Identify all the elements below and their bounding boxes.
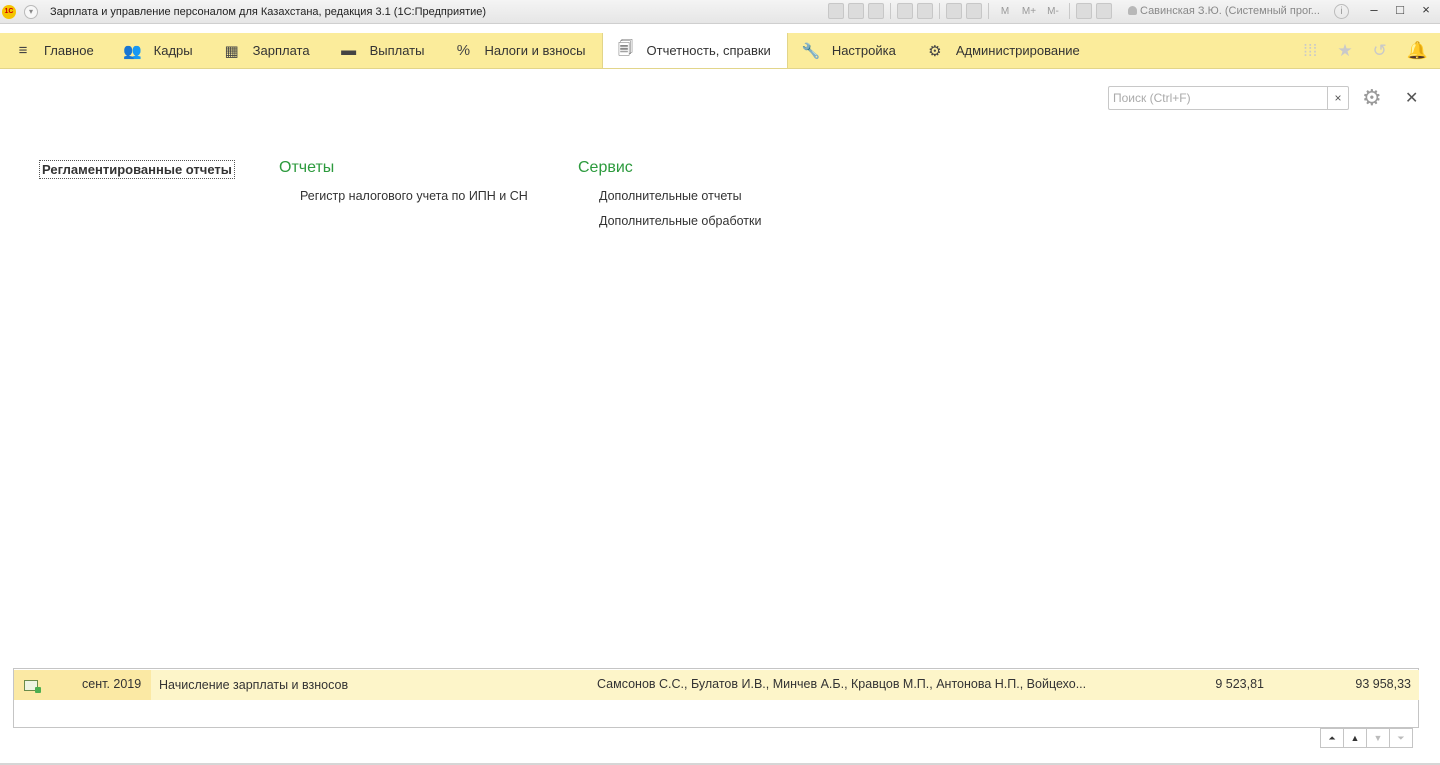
section-label: Отчетность, справки [646, 43, 771, 58]
tax-register-link[interactable]: Регистр налогового учета по ИПН и СН [300, 189, 528, 203]
close-window-button[interactable]: × [1420, 2, 1432, 17]
maximize-button[interactable]: □ [1394, 2, 1406, 17]
document-posted-icon [24, 679, 41, 693]
go-down-icon[interactable]: ▼ [1366, 728, 1390, 748]
info-icon[interactable]: i [1334, 4, 1349, 19]
left-column: Регламентированные отчеты [39, 160, 235, 179]
history-icon[interactable]: ↺ [1373, 41, 1387, 61]
section-label: Налоги и взносы [484, 43, 586, 58]
sections-tools: ⁞⁞⁞ ★ ↺ 🔔 [1303, 33, 1440, 68]
list-navigation: ⏶ ▲ ▼ ⏷ [1320, 728, 1413, 748]
section-glavnoe[interactable]: ≡ Главное [0, 33, 110, 68]
row-employees: Самсонов С.С., Булатов И.В., Минчев А.Б.… [597, 677, 1087, 691]
calculator-icon: ▦ [224, 42, 239, 60]
regulated-reports-link[interactable]: Регламентированные отчеты [39, 160, 235, 179]
section-label: Выплаты [369, 43, 425, 58]
calculator-icon[interactable] [946, 3, 962, 19]
memory-plus-button[interactable]: M+ [1019, 6, 1039, 17]
panel-settings-gear-icon[interactable]: ⚙ [1362, 85, 1382, 111]
table-row[interactable]: сент. 2019 Начисление зарплаты и взносов… [14, 670, 1419, 700]
history-panel: сент. 2019 Начисление зарплаты и взносов… [13, 668, 1419, 728]
save-icon[interactable] [828, 3, 844, 19]
zoom-icon[interactable] [1076, 3, 1092, 19]
window-icon[interactable] [1096, 3, 1112, 19]
upload-icon[interactable] [897, 3, 913, 19]
user-icon [1128, 6, 1137, 15]
additional-processing-link[interactable]: Дополнительные обработки [599, 214, 761, 228]
window-controls: ‒ □ × [1368, 2, 1432, 17]
search-box: × [1108, 86, 1350, 110]
app-title: Зарплата и управление персоналом для Каз… [50, 5, 487, 18]
wallet-icon: ▬ [341, 42, 357, 59]
notifications-bell-icon[interactable]: 🔔 [1407, 41, 1428, 61]
group-service: Сервис Дополнительные отчеты Дополнитель… [578, 159, 761, 239]
menu-icon: ≡ [18, 42, 28, 59]
section-zarplata[interactable]: ▦ Зарплата [209, 33, 326, 68]
group-title: Отчеты [279, 159, 335, 176]
wrench-icon: 🔧 [801, 42, 821, 60]
memory-minus-button[interactable]: M- [1043, 6, 1063, 17]
app-logo-icon: 1С [2, 4, 16, 19]
copy-icon[interactable] [917, 3, 933, 19]
additional-reports-link[interactable]: Дополнительные отчеты [599, 189, 761, 203]
current-user[interactable]: Савинская З.Ю. (Системный прог... [1128, 5, 1320, 17]
user-name-label: Савинская З.Ю. (Системный прог... [1140, 5, 1320, 17]
search-input[interactable] [1108, 86, 1327, 110]
go-up-icon[interactable]: ▲ [1343, 728, 1367, 748]
group-title: Сервис [578, 159, 633, 176]
section-otchetnost[interactable]: 🗐 Отчетность, справки [601, 33, 788, 68]
go-first-icon[interactable]: ⏶ [1320, 728, 1344, 748]
row-sum-2: 93 958,33 [1355, 677, 1411, 691]
section-nastroyka[interactable]: 🔧 Настройка [788, 33, 912, 68]
section-nalogi[interactable]: % Налоги и взносы [440, 33, 601, 68]
memory-button[interactable]: M [995, 6, 1015, 17]
section-label: Главное [44, 43, 94, 58]
print-preview-icon[interactable] [868, 3, 884, 19]
section-label: Зарплата [252, 43, 310, 58]
percent-icon: % [456, 42, 471, 59]
minimize-button[interactable]: ‒ [1368, 2, 1380, 17]
sections-panel: ≡ Главное 👥 Кадры ▦ Зарплата ▬ Выплаты % Нало… [0, 33, 1440, 69]
row-sum-1: 9 523,81 [1215, 677, 1264, 691]
section-label: Настройка [831, 43, 896, 58]
search-clear-button[interactable]: × [1327, 86, 1349, 110]
row-date: сент. 2019 [82, 677, 142, 691]
title-bar: 1С ▾ Зарплата и управление персоналом дл… [0, 0, 1440, 24]
people-icon: 👥 [123, 42, 143, 60]
group-reports: Отчеты Регистр налогового учета по ИПН и… [279, 159, 528, 214]
row-document: Начисление зарплаты и взносов [159, 678, 349, 692]
document-icon: 🗐 [618, 40, 633, 57]
main-menu-button[interactable]: ▾ [24, 4, 38, 19]
section-label: Администрирование [955, 43, 1080, 58]
title-toolbar: M M+ M- [828, 3, 1112, 19]
print-icon[interactable] [848, 3, 864, 19]
section-administrirovanie[interactable]: ⚙ Администрирование [912, 33, 1096, 68]
apps-grid-icon[interactable]: ⁞⁞⁞ [1303, 41, 1317, 61]
section-vyplaty[interactable]: ▬ Выплаты [326, 33, 441, 68]
go-last-icon[interactable]: ⏷ [1389, 728, 1413, 748]
gear-icon: ⚙ [928, 42, 942, 60]
close-panel-icon[interactable]: ✕ [1405, 88, 1418, 108]
calendar-icon[interactable] [966, 3, 982, 19]
favorites-star-icon[interactable]: ★ [1337, 41, 1352, 61]
section-kadry[interactable]: 👥 Кадры [110, 33, 209, 68]
section-label: Кадры [153, 43, 193, 58]
